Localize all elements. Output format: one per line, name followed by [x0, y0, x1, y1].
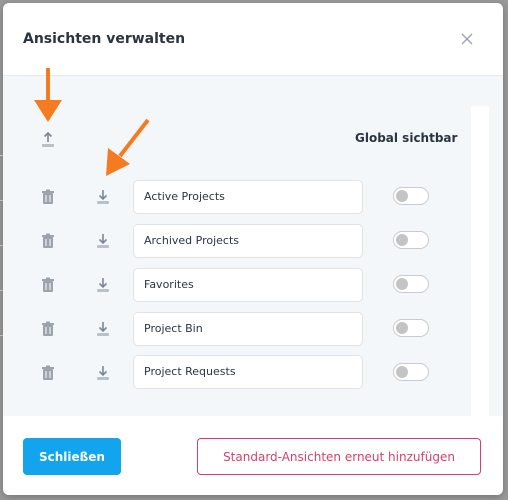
global-visible-toggle[interactable]: [393, 231, 429, 249]
scrollbar-track[interactable]: [471, 106, 489, 416]
view-name-field[interactable]: Favorites: [133, 268, 363, 302]
manage-views-dialog: Ansichten verwalten Global sichtbar Acti…: [3, 3, 503, 495]
trash-icon[interactable]: [39, 364, 57, 382]
toggle-knob: [396, 190, 408, 202]
trash-icon[interactable]: [39, 188, 57, 206]
global-visible-toggle[interactable]: [393, 275, 429, 293]
close-icon[interactable]: [457, 29, 477, 49]
restore-default-views-button[interactable]: Standard-Ansichten erneut hinzufügen: [197, 438, 481, 475]
global-visible-header: Global sichtbar: [355, 131, 458, 145]
global-visible-toggle[interactable]: [393, 363, 429, 381]
global-visible-toggle[interactable]: [393, 319, 429, 337]
trash-icon[interactable]: [39, 232, 57, 250]
trash-icon[interactable]: [39, 276, 57, 294]
download-icon[interactable]: [94, 188, 112, 206]
dialog-body: Global sichtbar Active Projects Archived…: [3, 76, 503, 416]
views-list: Global sichtbar Active Projects Archived…: [3, 76, 471, 416]
dialog-header: Ansichten verwalten: [3, 3, 503, 76]
toggle-knob: [396, 278, 408, 290]
upload-icon[interactable]: [39, 131, 57, 149]
view-name-field[interactable]: Active Projects: [133, 180, 363, 214]
global-visible-toggle[interactable]: [393, 187, 429, 205]
view-name-field[interactable]: Archived Projects: [133, 224, 363, 258]
download-icon[interactable]: [94, 232, 112, 250]
view-name-field[interactable]: Project Requests: [133, 355, 363, 389]
dialog-title: Ansichten verwalten: [23, 31, 186, 47]
dialog-footer: Schließen Standard-Ansichten erneut hinz…: [3, 416, 503, 495]
download-icon[interactable]: [94, 320, 112, 338]
download-icon[interactable]: [94, 276, 112, 294]
toggle-knob: [396, 322, 408, 334]
download-icon[interactable]: [94, 364, 112, 382]
toggle-knob: [396, 234, 408, 246]
view-name-field[interactable]: Project Bin: [133, 312, 363, 346]
toggle-knob: [396, 366, 408, 378]
close-button[interactable]: Schließen: [23, 438, 121, 475]
trash-icon[interactable]: [39, 320, 57, 338]
